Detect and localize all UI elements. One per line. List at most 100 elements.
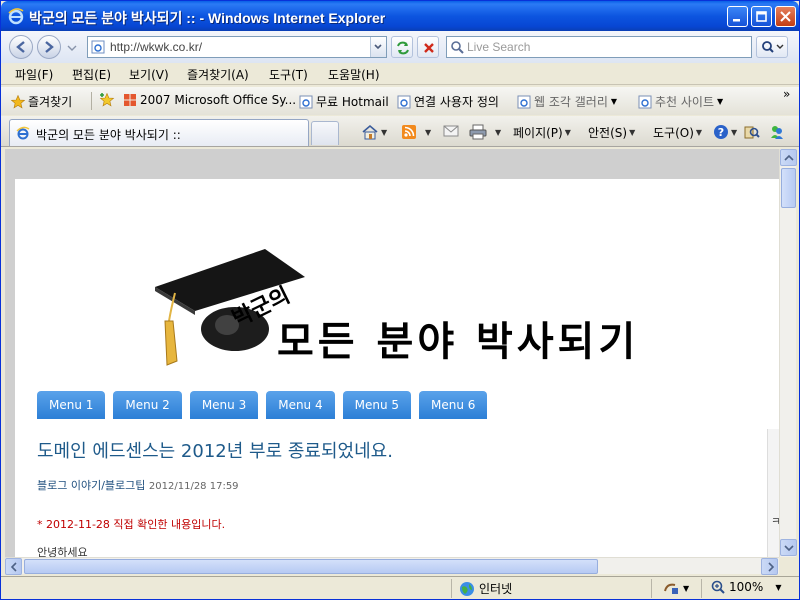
- help-icon: ?: [714, 125, 728, 139]
- protected-mode-button[interactable]: ▼: [663, 581, 689, 595]
- stop-button[interactable]: [417, 36, 439, 58]
- page-favicon-icon: [91, 40, 105, 54]
- close-button[interactable]: [775, 6, 796, 27]
- window-title: 박군의 모든 분야 박사되기 :: - Windows Internet Exp…: [29, 10, 386, 26]
- page-viewport: 박군의 모든 분야 박사되기 Menu 1 Menu 2 Menu 3 Menu…: [5, 149, 779, 557]
- recent-pages-dropdown-icon[interactable]: [67, 44, 77, 52]
- back-button[interactable]: [9, 35, 33, 59]
- chevron-down-icon: ▼: [717, 97, 724, 106]
- messenger-button[interactable]: [769, 124, 785, 140]
- security-zone[interactable]: 인터넷: [459, 580, 512, 597]
- favorite-link-label[interactable]: 웹 조각 갤러리: [534, 93, 608, 110]
- favorite-link-hotmail[interactable]: 무료 Hotmail: [299, 93, 389, 110]
- address-url[interactable]: http://wkwk.co.kr/: [110, 40, 202, 54]
- address-dropdown-button[interactable]: [370, 37, 386, 57]
- nav-menu-5[interactable]: Menu 5: [342, 391, 412, 419]
- favorite-link-label[interactable]: 무료 Hotmail: [316, 93, 389, 110]
- scroll-right-button[interactable]: [761, 558, 778, 575]
- tools-menu-button[interactable]: 도구(O) ▼: [653, 124, 702, 141]
- favorite-link-customize[interactable]: 연결 사용자 정의: [397, 93, 499, 110]
- menu-tools[interactable]: 도구(T): [269, 66, 308, 83]
- refresh-icon: [397, 41, 409, 55]
- favorites-label: 즐겨찾기: [28, 95, 73, 109]
- favorite-link-label[interactable]: 연결 사용자 정의: [414, 93, 499, 110]
- maximize-icon: [756, 11, 767, 22]
- safety-menu-button[interactable]: 안전(S) ▼: [588, 124, 635, 141]
- minimize-icon: [733, 19, 740, 22]
- new-tab-button[interactable]: [311, 121, 339, 145]
- office-icon: [124, 94, 136, 106]
- mail-icon: [443, 125, 459, 137]
- stop-icon: [424, 43, 434, 53]
- printer-icon: [469, 124, 487, 140]
- sidebar-text: ㅋ: [771, 515, 779, 528]
- scroll-down-button[interactable]: [780, 539, 797, 556]
- nav-menu-2[interactable]: Menu 2: [113, 391, 182, 419]
- safety-menu-label: 안전(S): [588, 126, 628, 140]
- more-chevron-icon[interactable]: »: [783, 87, 790, 101]
- print-button[interactable]: ▼: [469, 124, 501, 140]
- favorites-center-button[interactable]: 즐겨찾기: [11, 93, 72, 110]
- scroll-up-button[interactable]: [780, 149, 797, 166]
- zoom-control[interactable]: 100% ▼: [711, 580, 781, 594]
- nav-menu-1[interactable]: Menu 1: [37, 391, 106, 419]
- status-divider: [451, 579, 452, 598]
- add-favorite-button[interactable]: [99, 93, 117, 107]
- chevron-down-icon: ▼: [775, 582, 782, 592]
- ie-logo-icon: [8, 8, 24, 25]
- menu-favorites[interactable]: 즐겨찾기(A): [187, 66, 249, 83]
- post-title[interactable]: 도메인 에드센스는 2012년 부로 종료되었네요.: [37, 437, 393, 463]
- favorite-link-label[interactable]: 추천 사이트: [655, 93, 714, 110]
- status-bar: 인터넷 ▼ 100% ▼: [1, 576, 799, 599]
- post-meta: 블로그 이야기/블로그팁 2012/11/28 17:59: [37, 477, 239, 493]
- feeds-button[interactable]: ▼: [401, 124, 431, 140]
- chevron-down-icon: ▼: [425, 127, 432, 137]
- minimize-button[interactable]: [727, 6, 748, 27]
- horizontal-scrollbar[interactable]: [5, 557, 779, 575]
- vertical-scrollbar[interactable]: [779, 149, 797, 557]
- horizontal-scroll-thumb[interactable]: [24, 559, 598, 574]
- search-box[interactable]: [446, 36, 752, 58]
- tab-active[interactable]: 박군의 모든 분야 박사되기 ::: [9, 119, 309, 146]
- nav-menu-3[interactable]: Menu 3: [189, 391, 259, 419]
- nav-menu-6[interactable]: Menu 6: [419, 391, 488, 419]
- post-category-link[interactable]: 블로그 이야기/블로그팁: [37, 479, 145, 492]
- chevron-down-icon: ▼: [564, 128, 571, 137]
- menu-view[interactable]: 보기(V): [129, 66, 169, 83]
- ie-page-icon: [638, 95, 652, 108]
- menu-help[interactable]: 도움말(H): [328, 66, 380, 83]
- search-button[interactable]: [756, 36, 788, 58]
- messenger-icon: [771, 126, 783, 139]
- web-page: 박군의 모든 분야 박사되기 Menu 1 Menu 2 Menu 3 Menu…: [15, 179, 779, 557]
- forward-button[interactable]: [37, 35, 61, 59]
- favorite-link-web-slice[interactable]: 웹 조각 갤러리 ▼: [517, 93, 617, 110]
- maximize-button[interactable]: [751, 6, 772, 27]
- favorite-link-suggested[interactable]: 추천 사이트 ▼: [638, 93, 723, 110]
- chevron-down-icon: ▼: [381, 127, 388, 137]
- read-mail-button[interactable]: [443, 124, 459, 138]
- page-menu-button[interactable]: 페이지(P) ▼: [513, 124, 571, 141]
- favorite-link-office[interactable]: 2007 Microsoft Office Sy...: [123, 93, 296, 107]
- post-body: 안녕하세요: [37, 546, 88, 557]
- brand-title[interactable]: 모든 분야 박사되기: [277, 309, 639, 367]
- ie-page-icon: [397, 95, 411, 108]
- menu-bar: 파일(F) 편집(E) 보기(V) 즐겨찾기(A) 도구(T) 도움말(H): [1, 63, 799, 85]
- address-toolbar: http://wkwk.co.kr/: [1, 31, 799, 63]
- post-note: * 2012-11-28 직접 확인한 내용입니다.: [37, 518, 226, 531]
- menu-edit[interactable]: 편집(E): [72, 66, 111, 83]
- home-button[interactable]: ▼: [361, 124, 387, 140]
- research-button[interactable]: [743, 124, 761, 140]
- address-field[interactable]: http://wkwk.co.kr/: [87, 36, 387, 58]
- site-navigation: Menu 1 Menu 2 Menu 3 Menu 4 Menu 5 Menu …: [37, 391, 488, 419]
- nav-menu-4[interactable]: Menu 4: [266, 391, 335, 419]
- refresh-button[interactable]: [391, 36, 413, 58]
- menu-file[interactable]: 파일(F): [15, 66, 53, 83]
- help-button[interactable]: ? ▼: [713, 124, 737, 140]
- scroll-left-button[interactable]: [5, 558, 22, 575]
- search-input[interactable]: [467, 39, 737, 55]
- vertical-scroll-thumb[interactable]: [781, 168, 796, 208]
- favorite-link-label[interactable]: 2007 Microsoft Office Sy...: [140, 93, 296, 107]
- title-bar[interactable]: 박군의 모든 분야 박사되기 :: - Windows Internet Exp…: [1, 1, 799, 31]
- chevron-down-icon: ▼: [683, 583, 690, 593]
- forward-arrow-icon: [45, 41, 54, 53]
